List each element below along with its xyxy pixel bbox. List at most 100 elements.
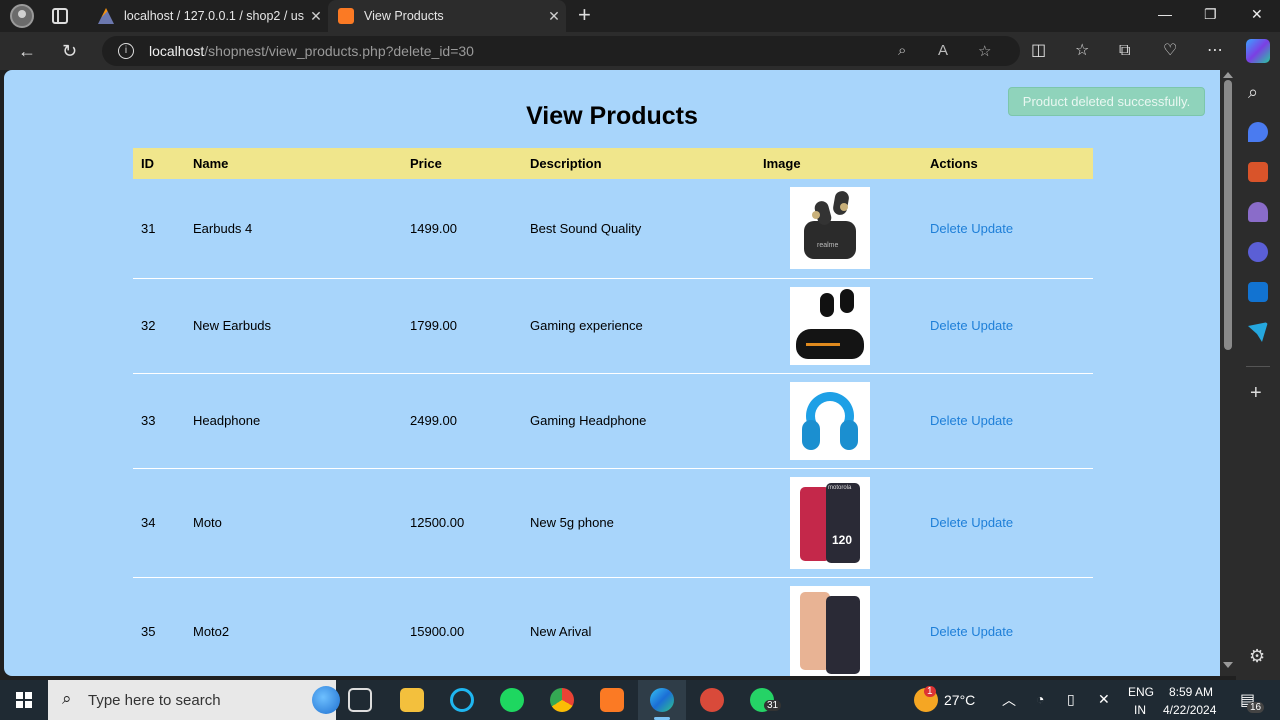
outlook-icon[interactable] xyxy=(1248,282,1268,302)
tab-phpmyadmin[interactable]: localhost / 127.0.0.1 / shop2 / us ✕ xyxy=(88,0,328,32)
update-link[interactable]: Update xyxy=(971,413,1013,428)
scrollbar-thumb[interactable] xyxy=(1224,80,1232,350)
cell-actions: Delete Update xyxy=(922,179,1093,279)
cortana-icon[interactable] xyxy=(450,688,474,712)
cell-price: 15900.00 xyxy=(402,577,522,676)
copilot-icon[interactable] xyxy=(1246,39,1270,63)
scroll-up-arrow-icon[interactable] xyxy=(1223,72,1233,78)
paint-icon[interactable] xyxy=(700,688,724,712)
taskbar-search-box[interactable]: ⌕ Type here to search xyxy=(48,680,340,720)
notification-count: 16 xyxy=(1247,702,1265,713)
cell-image: motorola 120 xyxy=(755,468,922,578)
add-sidebar-app-icon[interactable]: + xyxy=(1250,382,1262,405)
cell-id: 32 xyxy=(133,278,185,374)
update-link[interactable]: Update xyxy=(971,624,1013,639)
url-text[interactable]: localhost/shopnest/view_products.php?del… xyxy=(149,43,474,59)
clock-date[interactable]: 4/22/2024 xyxy=(1163,703,1216,717)
split-screen-icon[interactable]: ◫ xyxy=(1031,41,1046,61)
battery-icon[interactable]: ▯ xyxy=(1067,691,1075,708)
drop-icon[interactable] xyxy=(1248,322,1268,342)
cell-description: New 5g phone xyxy=(522,468,755,578)
read-aloud-icon[interactable]: A xyxy=(938,42,948,59)
cell-name: Earbuds 4 xyxy=(185,179,402,279)
cell-name: Moto xyxy=(185,468,402,578)
close-window-icon[interactable]: ✕ xyxy=(1251,6,1263,23)
column-header-description: Description xyxy=(530,156,602,171)
cell-image xyxy=(755,373,922,469)
task-view-icon[interactable] xyxy=(348,688,372,712)
wifi-icon[interactable]: ◔ xyxy=(1036,691,1044,707)
profile-avatar-icon[interactable] xyxy=(10,4,34,28)
address-bar[interactable]: i localhost/shopnest/view_products.php?d… xyxy=(102,36,1020,66)
column-header-image: Image xyxy=(763,156,801,171)
cell-id: 35 xyxy=(133,577,185,676)
shopping-tag-icon[interactable] xyxy=(1248,122,1268,142)
minimize-icon[interactable]: — xyxy=(1158,6,1172,22)
zoom-icon[interactable]: ⌕ xyxy=(898,42,906,59)
edge-sidebar: ⌕ + ⚙ xyxy=(1236,70,1280,680)
scroll-down-arrow-icon[interactable] xyxy=(1223,662,1233,668)
favorite-star-icon[interactable]: ☆ xyxy=(978,42,991,60)
delete-link[interactable]: Delete xyxy=(930,318,968,333)
delete-link[interactable]: Delete xyxy=(930,221,968,236)
chrome-icon[interactable] xyxy=(550,688,574,712)
xampp-icon[interactable] xyxy=(600,688,624,712)
headphone-cup-left xyxy=(802,419,820,450)
update-link[interactable]: Update xyxy=(971,221,1013,236)
collections-icon[interactable]: ⧉ xyxy=(1119,41,1130,61)
update-link[interactable]: Update xyxy=(971,515,1013,530)
cell-name: Headphone xyxy=(185,373,402,469)
show-hidden-icons-icon[interactable]: ︿ xyxy=(1002,690,1016,710)
sidebar-settings-icon[interactable]: ⚙ xyxy=(1249,646,1265,667)
refresh-icon[interactable]: ↻ xyxy=(62,41,77,61)
windows-start-icon[interactable] xyxy=(16,692,32,708)
tab-view-products[interactable]: View Products ✕ xyxy=(328,0,566,32)
cell-id: 34 xyxy=(133,468,185,578)
headphone-image xyxy=(790,381,870,460)
site-info-icon[interactable]: i xyxy=(118,43,134,59)
delete-link[interactable]: Delete xyxy=(930,413,968,428)
settings-more-icon[interactable]: ⋯ xyxy=(1207,41,1223,61)
delete-link[interactable]: Delete xyxy=(930,515,968,530)
back-icon[interactable]: ← xyxy=(18,41,36,61)
phone-front: motorola 120 xyxy=(826,482,860,563)
favorites-icon[interactable]: ☆ xyxy=(1075,41,1089,61)
tools-icon[interactable] xyxy=(1248,162,1268,182)
games-icon[interactable] xyxy=(1248,202,1268,222)
cell-id: 33 xyxy=(133,373,185,469)
volume-muted-icon[interactable]: ✕ xyxy=(1098,691,1110,708)
language-code[interactable]: ENG xyxy=(1128,685,1154,699)
column-header-id: ID xyxy=(141,156,154,171)
close-tab-icon[interactable]: ✕ xyxy=(304,8,328,25)
file-explorer-icon[interactable] xyxy=(400,688,424,712)
browser-essentials-icon[interactable]: ♡ xyxy=(1163,41,1177,61)
delete-link[interactable]: Delete xyxy=(930,624,968,639)
earth-day-icon xyxy=(312,686,340,714)
search-icon[interactable]: ⌕ xyxy=(1248,82,1268,102)
earbud-right xyxy=(840,288,854,313)
spotify-icon[interactable] xyxy=(500,688,524,712)
page-scrollbar[interactable] xyxy=(1220,70,1236,676)
cell-image: realme xyxy=(755,179,922,279)
new-tab-icon[interactable]: + xyxy=(578,4,591,26)
phone-front xyxy=(826,595,860,674)
column-header-actions: Actions xyxy=(930,156,978,171)
microsoft-365-icon[interactable] xyxy=(1248,242,1268,262)
tab-title: View Products xyxy=(364,9,444,23)
update-link[interactable]: Update xyxy=(971,318,1013,333)
restore-icon[interactable]: ❐ xyxy=(1204,6,1217,23)
table-row: 32 New Earbuds 1799.00 Gaming experience… xyxy=(133,278,1093,374)
edge-icon[interactable] xyxy=(650,688,674,712)
phone-screen-text: 120 xyxy=(832,532,853,547)
table-header-row: ID Name Price Description Image Actions xyxy=(133,148,1093,179)
weather-temperature[interactable]: 27°C xyxy=(944,692,975,708)
cell-actions: Delete Update xyxy=(922,577,1093,676)
cell-price: 12500.00 xyxy=(402,468,522,578)
clock-time[interactable]: 8:59 AM xyxy=(1169,685,1213,699)
tab-actions-icon[interactable] xyxy=(52,8,68,24)
page-content: Product deleted successfully. View Produ… xyxy=(4,70,1220,676)
language-region[interactable]: IN xyxy=(1134,703,1146,717)
earbuds-case xyxy=(796,328,864,359)
close-tab-icon[interactable]: ✕ xyxy=(542,8,566,25)
tab-title: localhost / 127.0.0.1 / shop2 / us xyxy=(124,9,304,23)
